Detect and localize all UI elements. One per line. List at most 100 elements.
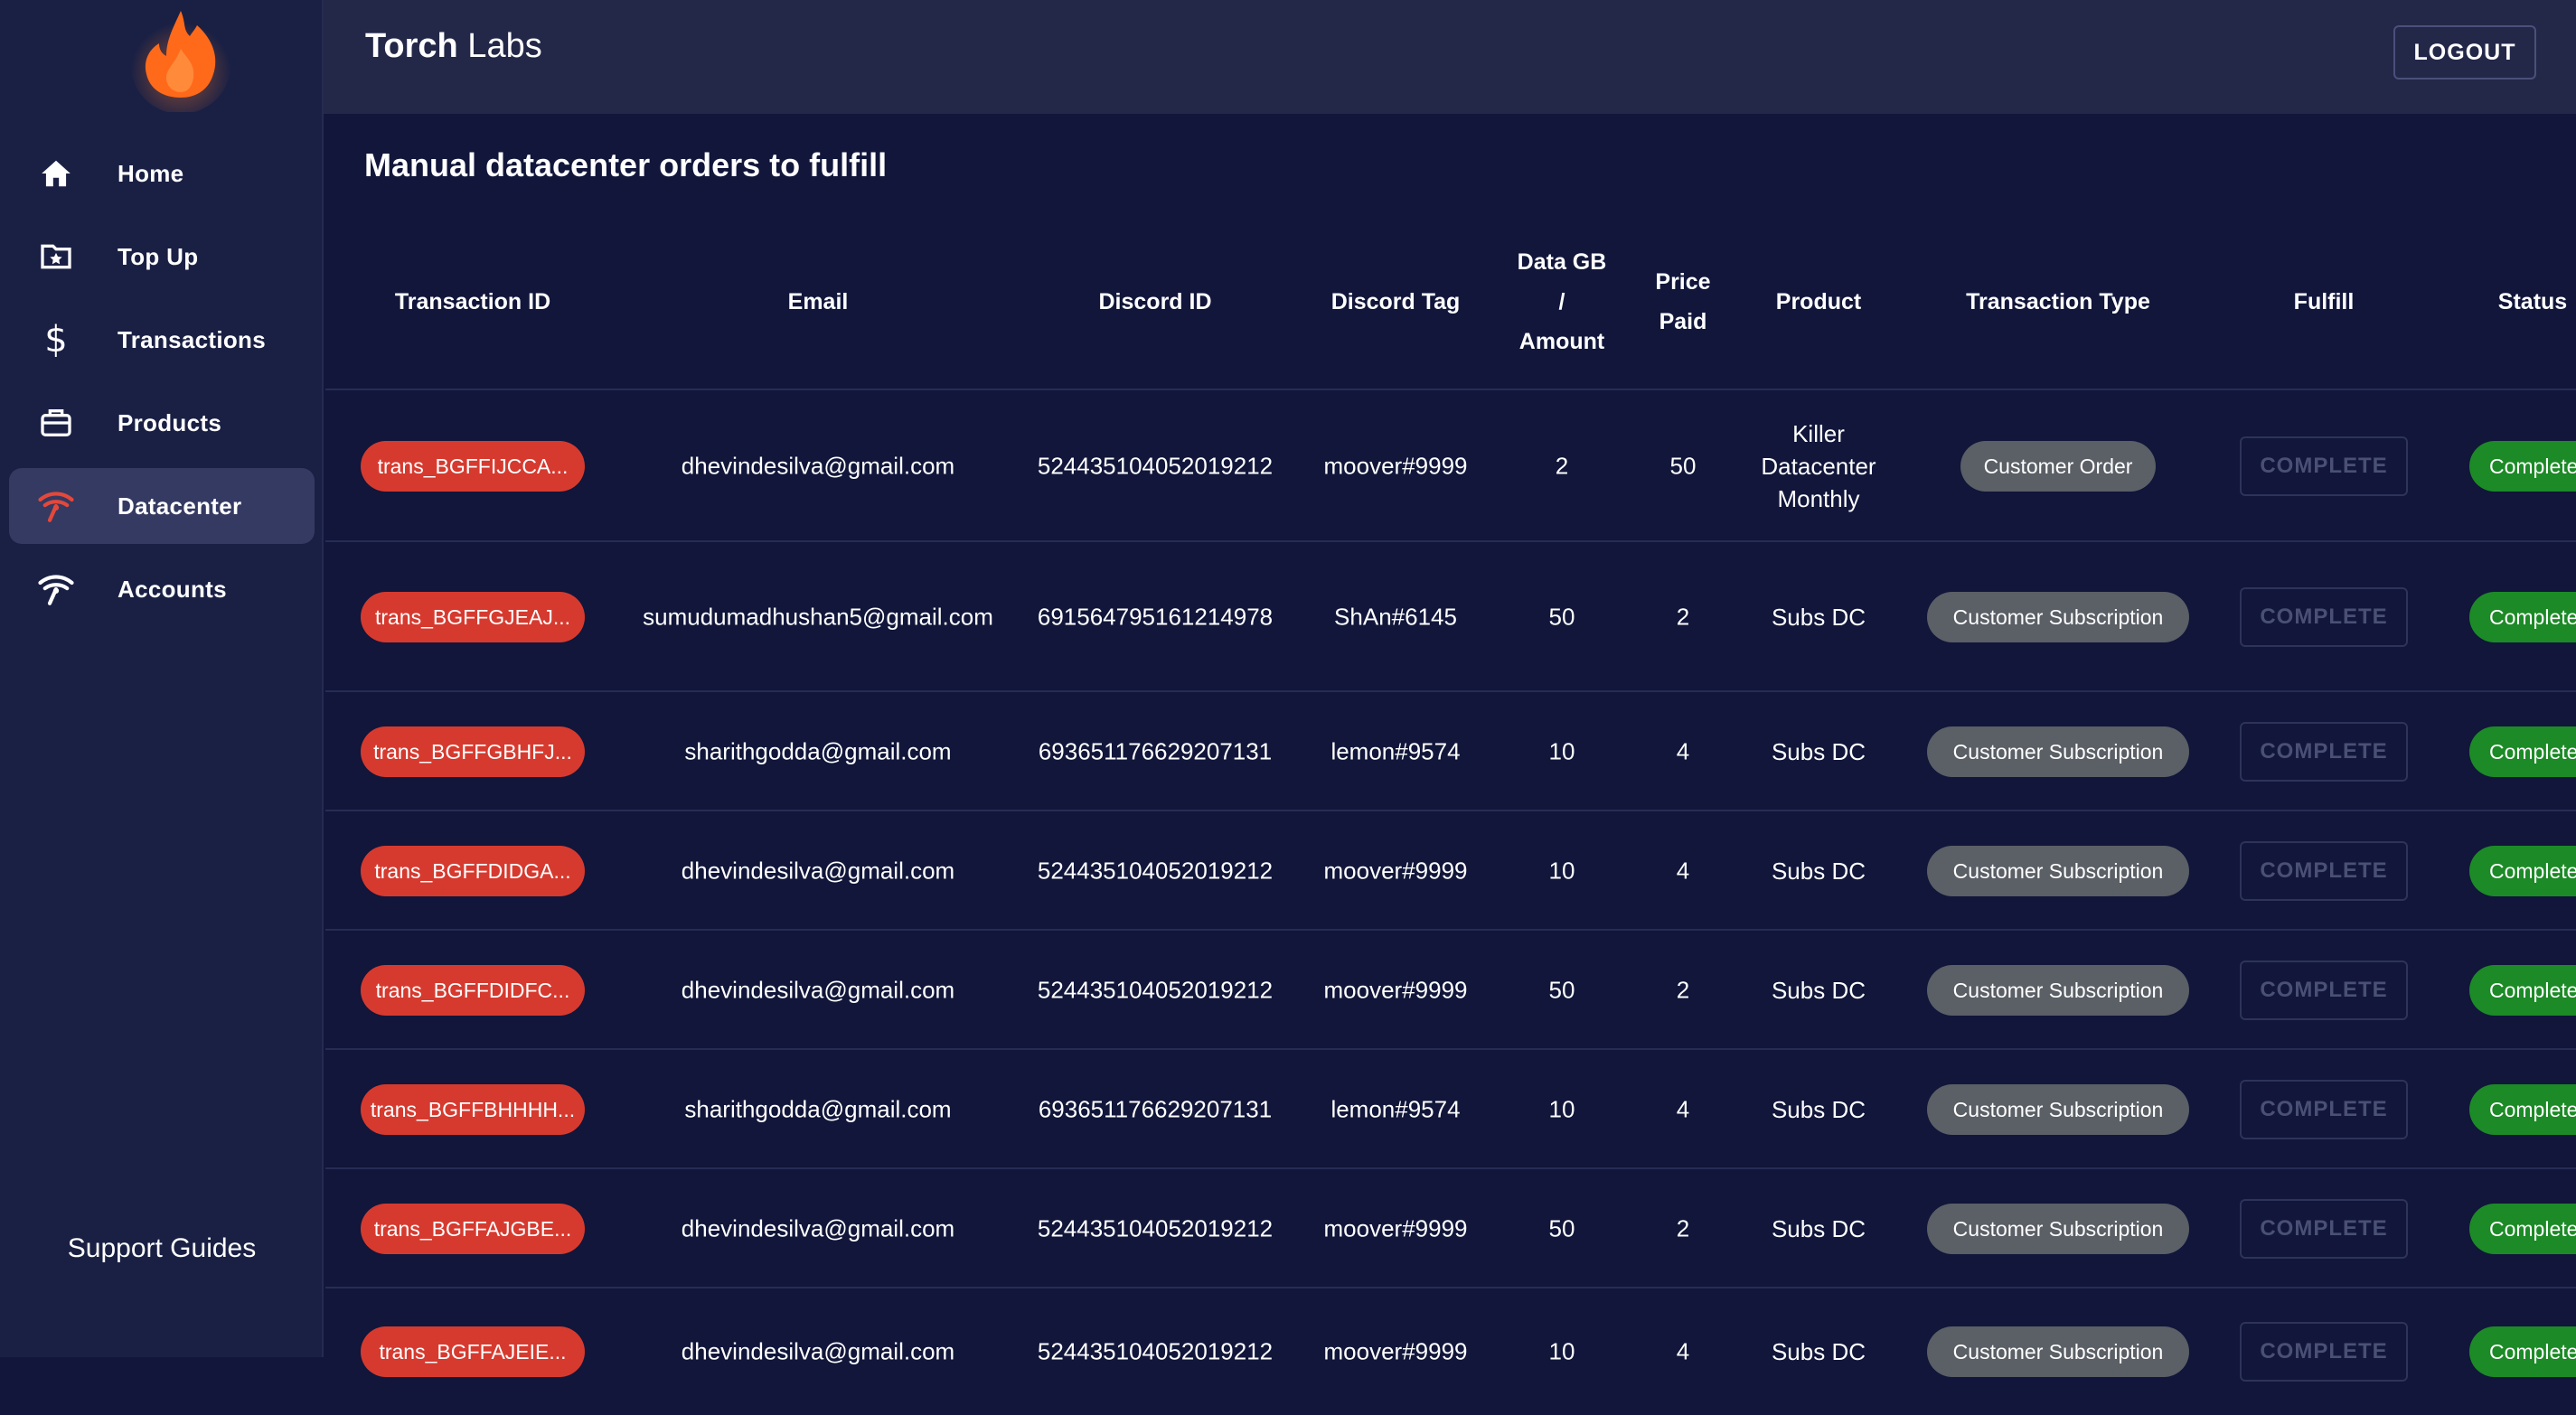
discord-id-cell: 524435104052019212	[1037, 1214, 1274, 1242]
logout-button[interactable]: LOGOUT	[2393, 25, 2536, 80]
col-header-email: Email	[787, 289, 849, 314]
transaction-id-pill[interactable]: trans_BGFFDIDFC...	[361, 965, 585, 1016]
brand-bold: Torch	[365, 27, 458, 65]
transaction-id-pill[interactable]: trans_BGFFAJGBE...	[361, 1204, 585, 1254]
transaction-id-pill[interactable]: trans_BGFFDIDGA...	[361, 846, 585, 896]
dollar-icon: $	[44, 319, 68, 361]
col-header-discord-id: Discord ID	[1098, 289, 1212, 314]
discord-id-cell: 524435104052019212	[1037, 452, 1274, 480]
product-cell: Subs DC	[1771, 1215, 1866, 1242]
discord-id-cell: 524435104052019212	[1037, 976, 1274, 1004]
status-badge: Complete	[2469, 1084, 2576, 1135]
product-cell: Subs DC	[1771, 857, 1866, 885]
price-paid-cell: 4	[1676, 737, 1690, 765]
flame-logo-icon	[130, 11, 231, 112]
table-row: trans_BGFFGBHFJ... sharithgodda@gmail.com…	[325, 690, 2576, 811]
email-cell: dhevindesilva@gmail.com	[681, 976, 955, 1004]
transaction-id-pill[interactable]: trans_BGFFBHHHH...	[361, 1084, 585, 1135]
price-paid-cell: 2	[1676, 976, 1690, 1004]
support-guides-link[interactable]: Support Guides	[0, 1233, 324, 1264]
discord-tag-cell: lemon#9574	[1330, 737, 1461, 765]
status-badge: Complete	[2469, 846, 2576, 896]
complete-button[interactable]: COMPLETE	[2240, 1322, 2408, 1382]
complete-button[interactable]: COMPLETE	[2240, 1080, 2408, 1139]
complete-button[interactable]: COMPLETE	[2240, 436, 2408, 496]
complete-button[interactable]: COMPLETE	[2240, 722, 2408, 782]
status-badge: Complete	[2469, 1326, 2576, 1377]
col-header-status: Status	[2497, 289, 2568, 314]
sidebar-item-home[interactable]: Home	[9, 136, 315, 211]
discord-id-cell: 693651176629207131	[1038, 1095, 1273, 1123]
discord-id-cell: 691564795161214978	[1037, 603, 1274, 631]
col-header-transaction-id: Transaction ID	[394, 289, 551, 314]
email-cell: sumudumadhushan5@gmail.com	[643, 603, 993, 631]
table-row: trans_BGFFAJGBE... dhevindesilva@gmail.co…	[325, 1167, 2576, 1288]
folder-star-icon	[31, 231, 81, 282]
col-header-transaction-type: Transaction Type	[1966, 289, 2150, 314]
email-cell: dhevindesilva@gmail.com	[681, 1337, 955, 1365]
transaction-id-pill[interactable]: trans_BGFFIJCCA...	[361, 441, 585, 492]
data-amount-cell: 10	[1548, 1337, 1575, 1365]
transaction-type-badge: Customer Subscription	[1927, 1326, 2189, 1377]
transaction-id-pill[interactable]: trans_BGFFGBHFJ...	[361, 726, 585, 777]
data-amount-cell: 10	[1548, 857, 1575, 885]
data-amount-cell: 10	[1548, 737, 1575, 765]
sidebar-item-label: Home	[118, 159, 184, 187]
complete-button[interactable]: COMPLETE	[2240, 1199, 2408, 1259]
complete-button[interactable]: COMPLETE	[2240, 587, 2408, 647]
price-paid-cell: 2	[1676, 1214, 1690, 1242]
sidebar-item-label: Accounts	[118, 575, 227, 603]
col-header-fulfill: Fulfill	[2293, 289, 2355, 314]
col-header-data-amount: Data GB / Amount	[1517, 249, 1607, 354]
transaction-type-badge: Customer Subscription	[1927, 1084, 2189, 1135]
complete-button[interactable]: COMPLETE	[2240, 841, 2408, 901]
email-cell: sharithgodda@gmail.com	[684, 1095, 952, 1123]
sidebar-item-accounts[interactable]: Accounts	[9, 551, 315, 627]
sidebar-item-label: Products	[118, 408, 222, 436]
transaction-id-pill[interactable]: trans_BGFFAJEIE...	[361, 1326, 585, 1377]
product-cell: Subs DC	[1771, 1096, 1866, 1123]
table-row: trans_BGFFGJEAJ... sumudumadhushan5@gmail…	[325, 540, 2576, 692]
page-title: Manual datacenter orders to fulfill	[364, 146, 888, 183]
sidebar-item-transactions[interactable]: $ Transactions	[9, 302, 315, 378]
product-cell: Subs DC	[1771, 738, 1866, 765]
table-row: trans_BGFFDIDFC... dhevindesilva@gmail.co…	[325, 929, 2576, 1050]
sidebar-item-products[interactable]: Products	[9, 385, 315, 461]
status-badge: Complete	[2469, 1204, 2576, 1254]
home-icon	[31, 148, 81, 199]
email-cell: dhevindesilva@gmail.com	[681, 857, 955, 885]
data-amount-cell: 10	[1548, 1095, 1575, 1123]
price-paid-cell: 2	[1676, 603, 1690, 631]
status-badge: Complete	[2469, 965, 2576, 1016]
col-header-price-paid: Price Paid	[1655, 269, 1711, 334]
top-header: Torch Labs LOGOUT	[324, 0, 2576, 114]
discord-id-cell: 524435104052019212	[1037, 857, 1274, 885]
data-amount-cell: 50	[1548, 603, 1575, 631]
email-cell: dhevindesilva@gmail.com	[681, 1214, 955, 1242]
product-cell: Subs DC	[1771, 604, 1866, 631]
discord-tag-cell: ShAn#6145	[1334, 603, 1457, 631]
price-paid-cell: 4	[1676, 1337, 1690, 1365]
discord-tag-cell: moover#9999	[1323, 452, 1468, 480]
transaction-type-badge: Customer Subscription	[1927, 592, 2189, 642]
price-paid-cell: 4	[1676, 857, 1690, 885]
discord-tag-cell: moover#9999	[1323, 1214, 1468, 1242]
sidebar-item-top-up[interactable]: Top Up	[9, 219, 315, 295]
discord-tag-cell: moover#9999	[1323, 976, 1468, 1004]
col-header-discord-tag: Discord Tag	[1330, 289, 1461, 314]
transaction-type-badge: Customer Subscription	[1927, 1204, 2189, 1254]
email-cell: sharithgodda@gmail.com	[684, 737, 952, 765]
data-amount-cell: 50	[1548, 1214, 1575, 1242]
discord-id-cell: 693651176629207131	[1038, 737, 1273, 765]
transaction-type-badge: Customer Subscription	[1927, 846, 2189, 896]
brand-title: Torch Labs	[365, 27, 542, 66]
transaction-id-pill[interactable]: trans_BGFFGJEAJ...	[361, 592, 585, 642]
wifi-icon	[31, 564, 81, 614]
sidebar-item-datacenter[interactable]: Datacenter	[9, 468, 315, 544]
sidebar-item-label: Datacenter	[118, 492, 242, 520]
complete-button[interactable]: COMPLETE	[2240, 961, 2408, 1020]
sidebar-item-label: Top Up	[118, 242, 199, 270]
transaction-type-badge: Customer Subscription	[1927, 726, 2189, 777]
col-header-product: Product	[1775, 289, 1862, 314]
data-amount-cell: 50	[1548, 976, 1575, 1004]
